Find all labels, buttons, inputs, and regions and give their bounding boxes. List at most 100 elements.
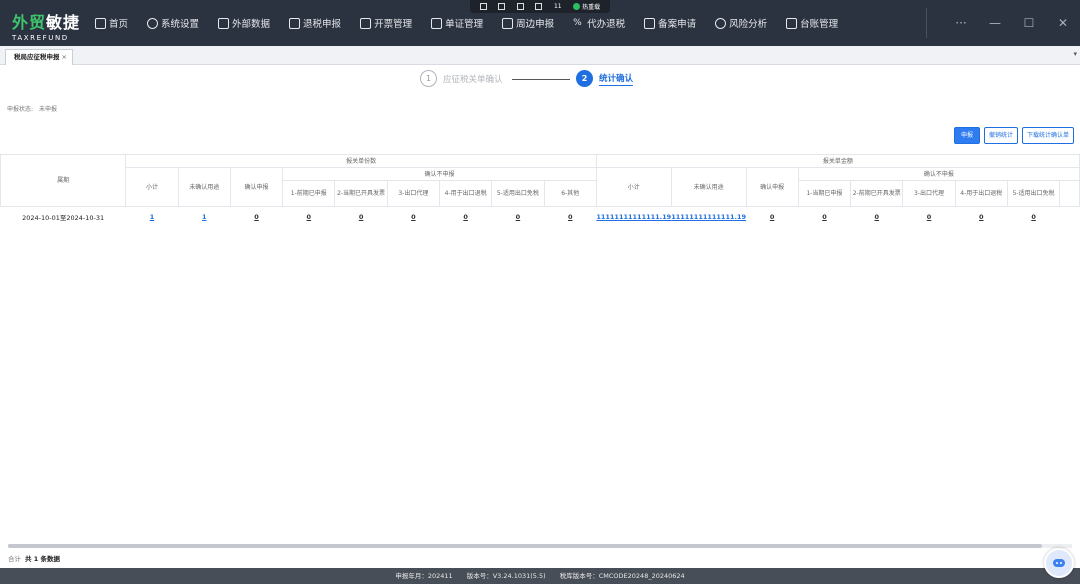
- col-amt-confirmed: 确认申报: [745, 167, 799, 207]
- declare-status: 申报状态: 未申报: [7, 106, 58, 113]
- declare-icon: [289, 17, 301, 29]
- cell-count-nd-2[interactable]: 0: [335, 207, 387, 227]
- maximize-button[interactable]: ☐: [1012, 16, 1046, 30]
- invoice-icon: [360, 17, 372, 29]
- cell-count-nd-3[interactable]: 0: [387, 207, 439, 227]
- col-count-nd-5: 5-适用出口免税: [491, 180, 545, 207]
- col-amt-nd-2: 2-前期已开具发票: [850, 180, 904, 207]
- cell-amt-nd-4[interactable]: 0: [955, 207, 1007, 227]
- cell-count-confirmed[interactable]: 0: [230, 207, 282, 227]
- nav-document-management[interactable]: 单证管理: [431, 16, 483, 30]
- download-confirmation-button[interactable]: 下载统计确认单: [1021, 127, 1074, 144]
- nav-risk-analysis[interactable]: 风险分析: [715, 16, 767, 30]
- hot-reload-status: 热重载: [573, 2, 600, 11]
- cell-count-subtotal[interactable]: 1: [126, 207, 178, 227]
- cell-count-nd-5[interactable]: 0: [492, 207, 544, 227]
- agent-icon: %: [573, 17, 582, 28]
- col-count-subtotal: 小计: [125, 167, 179, 207]
- step-2-active[interactable]: 2 统计确认: [576, 70, 634, 87]
- cell-amt-nd-6: [1060, 207, 1080, 227]
- nav-invoice-management[interactable]: 开票管理: [360, 16, 412, 30]
- col-count-unconfirmed: 未确认用途: [177, 167, 231, 207]
- nav-agent-refund[interactable]: % 代办退税: [573, 16, 625, 31]
- status-db-version: 税库版本号：CMCODE20248_20240624: [559, 572, 685, 580]
- cell-amt-confirmed[interactable]: 0: [746, 207, 798, 227]
- count-not-declared-header: 确认不申报: [282, 167, 597, 181]
- cell-count-nd-6[interactable]: 0: [544, 207, 596, 227]
- file-icon: [644, 17, 656, 29]
- amt-not-declared-header: 确认不申报: [797, 167, 1080, 181]
- nav-filing-application[interactable]: 备案申请: [644, 16, 696, 30]
- status-bar: 申报年月：202411 版本号：V3.24.1031(5.5) 税库版本号：CM…: [0, 568, 1080, 584]
- cell-amt-nd-5[interactable]: 0: [1007, 207, 1059, 227]
- close-button[interactable]: ✕: [1046, 16, 1080, 30]
- app-logo: 外贸敏捷 TAXREFUND: [12, 13, 81, 42]
- cell-amt-subtotal[interactable]: 11111111111111.19: [596, 207, 671, 227]
- step-indicator: 1 应征税关单确认 2 统计确认: [0, 66, 1080, 92]
- tab-tax-declaration[interactable]: 税局应征税申报 ×: [5, 49, 73, 65]
- pointer-icon[interactable]: [535, 3, 543, 10]
- nav-ledger-management[interactable]: 台账管理: [786, 16, 838, 30]
- col-amt-nd-4: 4-用于出口退税: [954, 180, 1008, 207]
- floating-toolbar: 11 热重载: [470, 0, 610, 13]
- col-count-nd-1: 1-前期已申报: [282, 180, 336, 207]
- window-icon[interactable]: [516, 3, 524, 10]
- col-amt-unconfirmed: 未确认用途: [670, 167, 747, 207]
- more-button[interactable]: ···: [944, 16, 978, 30]
- chat-icon[interactable]: [498, 3, 506, 10]
- nav-peripheral-declare[interactable]: 周边申报: [502, 16, 554, 30]
- cell-count-nd-4[interactable]: 0: [440, 207, 492, 227]
- cell-amt-nd-3[interactable]: 0: [903, 207, 955, 227]
- col-period: 属期: [0, 154, 127, 207]
- declare-status-value: 未申报: [39, 106, 58, 113]
- status-period: 申报年月：202411: [395, 572, 453, 580]
- scrollbar-thumb[interactable]: [8, 544, 1042, 548]
- check-icon: [573, 3, 581, 10]
- col-count-nd-2: 2-当期已开具发票: [334, 180, 388, 207]
- tab-strip: 税局应征税申报 × ▾: [0, 46, 1080, 65]
- settings-icon: [147, 17, 159, 29]
- horizontal-scrollbar[interactable]: [8, 544, 1072, 548]
- minimize-button[interactable]: —: [978, 16, 1012, 30]
- tab-close-icon[interactable]: ×: [62, 53, 67, 61]
- tool-icon[interactable]: [479, 3, 487, 10]
- cell-amt-nd-1[interactable]: 0: [798, 207, 850, 227]
- col-amt-nd-3: 3-出口代理: [902, 180, 956, 207]
- cell-count-nd-1[interactable]: 0: [283, 207, 335, 227]
- col-amt-nd-1: 1-当期已申报: [797, 180, 852, 207]
- envelope-icon: [502, 17, 514, 29]
- assistant-robot-icon[interactable]: [1044, 548, 1074, 578]
- nav-tax-refund-declare[interactable]: 退税申报: [289, 16, 341, 30]
- col-amt-nd-6: [1059, 180, 1080, 207]
- table-row: 2024-10-01至2024-10-31 1 1 0 0 0 0 0 0 0 …: [1, 207, 1080, 227]
- undo-stats-button[interactable]: 撤销统计: [983, 127, 1018, 144]
- col-amt-nd-5: 5-适用出口免税: [1006, 180, 1061, 207]
- window-controls-divider: [926, 8, 927, 38]
- document-icon: [431, 17, 443, 29]
- nav-settings[interactable]: 系统设置: [147, 16, 199, 30]
- col-amt-subtotal: 小计: [595, 167, 672, 207]
- chart-icon: [715, 17, 727, 29]
- cell-amt-unconfirmed[interactable]: 11111111111111.19: [671, 207, 746, 227]
- ledger-icon: [786, 17, 798, 29]
- cell-count-unconfirmed[interactable]: 1: [178, 207, 230, 227]
- step-connector: [512, 79, 570, 80]
- col-count-nd-3: 3-出口代理: [386, 180, 441, 207]
- step-1[interactable]: 1 应征税关单确认: [420, 70, 503, 87]
- nav-external-data[interactable]: 外部数据: [218, 16, 270, 30]
- nav-home[interactable]: 首页: [95, 16, 128, 30]
- chevron-down-icon[interactable]: ▾: [1073, 50, 1077, 58]
- statistics-table: 属期 报关单份数 报关单金额 小计 未确认用途 确认申报 确认不申报 小计 未确…: [0, 154, 1080, 544]
- action-buttons: 申报 撤销统计 下载统计确认单: [950, 127, 1074, 144]
- declare-button[interactable]: 申报: [953, 127, 980, 144]
- status-version: 版本号：V3.24.1031(5.5): [466, 572, 546, 580]
- col-count-nd-6: 6-其他: [543, 180, 597, 207]
- cell-amt-nd-2[interactable]: 0: [851, 207, 903, 227]
- home-icon: [95, 17, 106, 29]
- cell-period: 2024-10-01至2024-10-31: [22, 213, 105, 222]
- window-controls: ··· — ☐ ✕: [944, 0, 1080, 46]
- badge-count: 11: [553, 3, 562, 10]
- col-count-confirmed: 确认申报: [229, 167, 284, 207]
- group-count-header: 报关单份数: [125, 154, 597, 168]
- col-count-nd-4: 4-用于出口退税: [438, 180, 493, 207]
